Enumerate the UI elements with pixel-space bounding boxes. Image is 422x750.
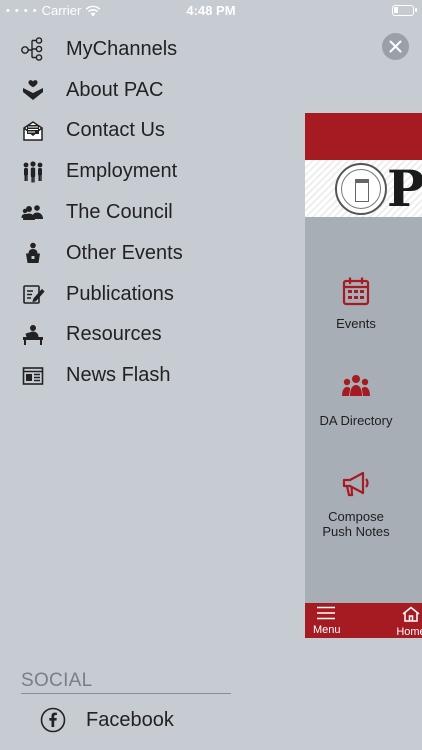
tab-home[interactable]: Home bbox=[396, 606, 422, 638]
menu-item-label: Resources bbox=[66, 323, 162, 346]
menu-item-the-council[interactable]: The Council bbox=[0, 192, 300, 233]
status-time: 4:48 PM bbox=[186, 3, 236, 18]
menu-item-publications[interactable]: Publications bbox=[0, 274, 300, 315]
calendar-icon bbox=[305, 276, 411, 306]
close-menu-button[interactable] bbox=[382, 33, 409, 60]
menu-item-news-flash[interactable]: News Flash bbox=[0, 355, 300, 396]
menu-item-label: News Flash bbox=[66, 364, 171, 387]
home-screen-preview[interactable]: P Events DA Directory Compose Push Notes… bbox=[305, 113, 422, 638]
menu-item-label: Publications bbox=[66, 282, 174, 305]
tile-label: Compose Push Notes bbox=[322, 509, 390, 539]
tile-compose-push-notes[interactable]: Compose Push Notes bbox=[305, 469, 411, 539]
mail-icon bbox=[20, 118, 46, 144]
hamburger-icon bbox=[317, 606, 335, 620]
social-item-facebook[interactable]: Facebook bbox=[20, 700, 174, 741]
tab-bar: Menu Home bbox=[305, 603, 422, 638]
menu-item-label: The Council bbox=[66, 201, 173, 224]
people-group-icon bbox=[305, 373, 411, 403]
logo-text: P bbox=[387, 159, 422, 218]
app-header bbox=[305, 113, 422, 160]
menu-item-employment[interactable]: Employment bbox=[0, 151, 300, 192]
menu-item-label: About PAC bbox=[66, 78, 164, 101]
menu-item-about-pac[interactable]: About PAC bbox=[0, 70, 300, 111]
social-item-label: Facebook bbox=[86, 708, 174, 731]
tile-events[interactable]: Events bbox=[305, 276, 411, 331]
person-at-desk-icon bbox=[20, 322, 46, 348]
hand-heart-icon bbox=[20, 77, 46, 103]
battery-icon bbox=[392, 5, 417, 16]
tile-label: Events bbox=[336, 316, 376, 331]
people-group-icon bbox=[20, 159, 46, 185]
close-icon bbox=[389, 40, 402, 53]
tile-da-directory[interactable]: DA Directory bbox=[305, 373, 411, 428]
app-logo-banner: P bbox=[305, 160, 422, 217]
state-seal-icon bbox=[335, 163, 387, 215]
tab-label: Home bbox=[396, 626, 422, 638]
menu-item-label: Employment bbox=[66, 160, 178, 183]
facebook-icon bbox=[40, 707, 66, 733]
status-bar: • • • • Carrier 4:48 PM bbox=[0, 0, 422, 22]
tab-label: Menu bbox=[313, 624, 341, 636]
menu-item-contact-us[interactable]: Contact Us bbox=[0, 111, 300, 152]
social-section-heading: SOCIAL bbox=[21, 670, 231, 694]
edit-document-icon bbox=[20, 281, 46, 307]
home-icon bbox=[402, 606, 420, 622]
side-menu: MyChannels About PAC Contact Us Employme… bbox=[0, 29, 300, 396]
menu-item-label: Contact Us bbox=[66, 119, 165, 142]
menu-item-other-events[interactable]: Other Events bbox=[0, 233, 300, 274]
menu-item-label: Other Events bbox=[66, 241, 183, 264]
network-icon bbox=[20, 36, 46, 62]
users-icon bbox=[20, 200, 46, 226]
menu-item-resources[interactable]: Resources bbox=[0, 315, 300, 356]
podium-speaker-icon bbox=[20, 240, 46, 266]
menu-item-label: MyChannels bbox=[66, 37, 178, 60]
tab-menu[interactable]: Menu bbox=[313, 606, 341, 636]
menu-item-mychannels[interactable]: MyChannels bbox=[0, 29, 300, 70]
newspaper-icon bbox=[20, 363, 46, 389]
megaphone-icon bbox=[305, 469, 411, 499]
tile-label: DA Directory bbox=[319, 413, 393, 428]
